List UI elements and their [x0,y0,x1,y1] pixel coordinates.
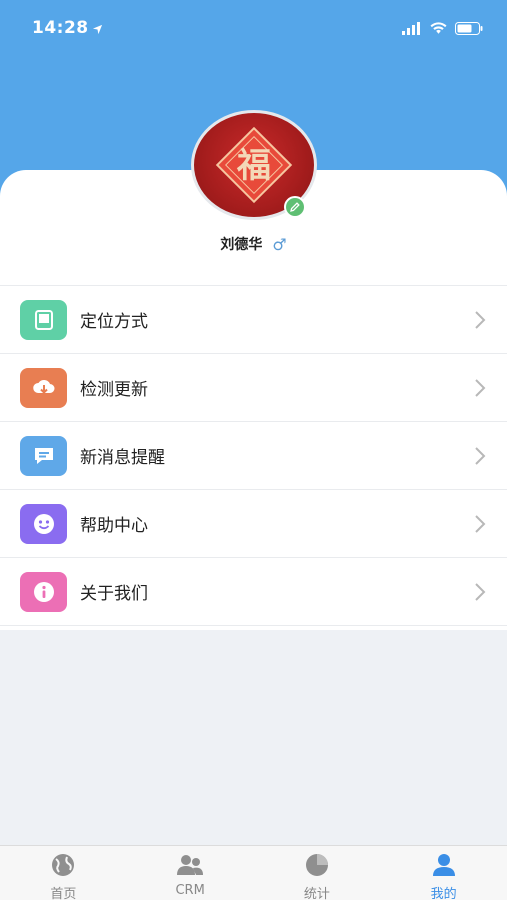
message-icon [20,435,67,476]
tab-mine[interactable]: 我的 [380,846,507,900]
globe-icon [50,853,76,881]
menu-item-label: 关于我们 [80,584,148,604]
tab-home[interactable]: 首页 [0,846,127,900]
user-icon [431,853,457,881]
chevron-right-icon [473,445,487,471]
tab-crm[interactable]: CRM [127,846,254,900]
users-icon [176,853,204,881]
status-time: 14:28 [32,18,89,38]
user-info-row: 刘德华 ♂ [0,234,507,254]
menu-item-location-mode[interactable]: 定位方式 [0,286,507,354]
menu-item-message-reminder[interactable]: 新消息提醒 [0,422,507,490]
wifi-icon [430,20,447,39]
tab-statistics[interactable]: 统计 [254,846,381,900]
tab-label: 我的 [430,887,457,900]
smile-icon [20,503,67,544]
tab-bar: 首页 CRM 统计 我的 [0,845,507,900]
tab-label: 统计 [303,887,330,900]
signal-icon [402,20,422,39]
chevron-right-icon [473,513,487,539]
gender-male-icon: ♂ [272,234,287,254]
info-icon [20,571,67,612]
user-name: 刘德华 [220,237,263,253]
edit-avatar-icon[interactable] [284,196,306,218]
status-bar: 14:28 [0,0,507,56]
menu-item-label: 新消息提醒 [80,448,165,468]
chevron-right-icon [473,309,487,335]
avatar-container[interactable]: 福 [191,110,317,220]
chevron-right-icon [473,581,487,607]
chevron-right-icon [473,377,487,403]
pie-chart-icon [304,853,330,881]
tab-label: 首页 [50,887,77,900]
settings-menu: 定位方式 检测更新 新消息提醒 帮助中心 关于我们 [0,285,507,626]
menu-item-about-us[interactable]: 关于我们 [0,558,507,626]
battery-icon [455,20,483,39]
menu-item-label: 检测更新 [80,380,148,400]
menu-item-label: 定位方式 [80,312,148,332]
tablet-icon [20,299,67,340]
menu-item-help-center[interactable]: 帮助中心 [0,490,507,558]
menu-item-check-update[interactable]: 检测更新 [0,354,507,422]
location-arrow-icon [92,20,103,39]
tab-label: CRM [175,883,205,898]
cloud-download-icon [20,367,67,408]
avatar-glyph: 福 [236,146,271,186]
menu-item-label: 帮助中心 [80,516,148,536]
